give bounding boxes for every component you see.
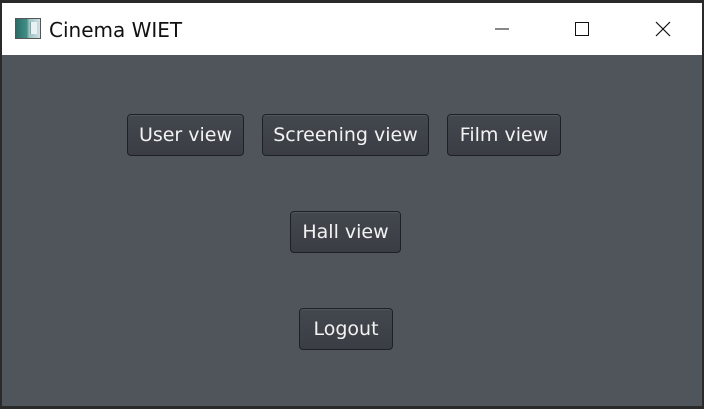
logout-button[interactable]: Logout xyxy=(299,308,393,350)
maximize-button[interactable] xyxy=(547,3,617,55)
cinema-app-icon xyxy=(15,18,41,39)
hall-view-button[interactable]: Hall view xyxy=(290,211,401,253)
window-title: Cinema WIET xyxy=(49,18,183,42)
screening-view-button[interactable]: Screening view xyxy=(262,114,429,156)
close-button[interactable] xyxy=(628,3,698,55)
app-window: Cinema WIET User view Screening view Fil… xyxy=(0,0,704,409)
title-bar[interactable]: Cinema WIET xyxy=(2,0,702,55)
minimize-icon xyxy=(494,21,510,37)
user-view-button[interactable]: User view xyxy=(127,114,244,156)
film-view-button[interactable]: Film view xyxy=(447,114,561,156)
maximize-icon xyxy=(574,21,590,37)
minimize-button[interactable] xyxy=(467,3,537,55)
close-icon xyxy=(654,20,672,38)
